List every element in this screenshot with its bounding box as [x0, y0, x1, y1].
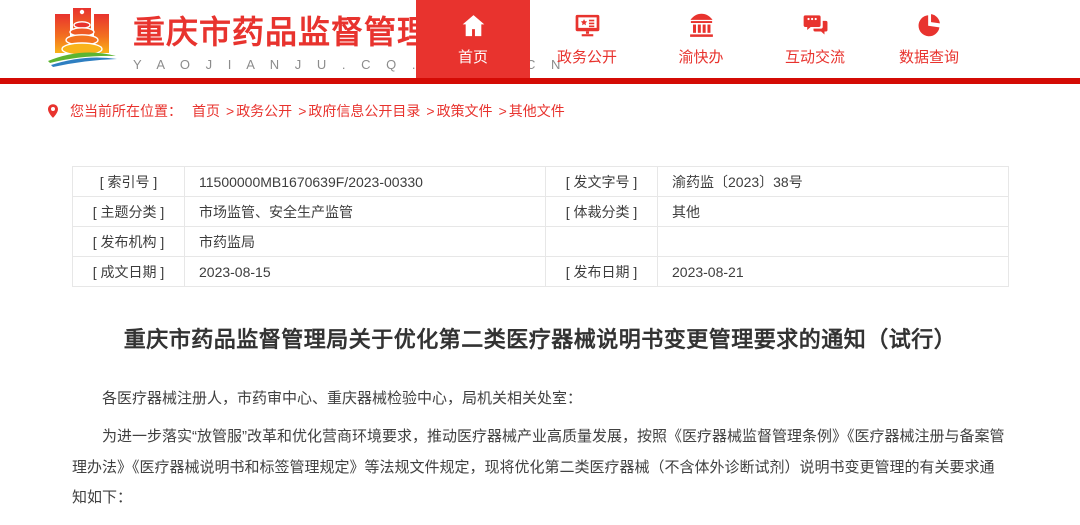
meta-label-publish-date: [ 发布日期 ]	[546, 257, 658, 287]
table-row: [ 索引号 ] 11500000MB1670639F/2023-00330 [ …	[73, 167, 1009, 197]
site-brand[interactable]: 重庆市药品监督管理局 Y A O J I A N J U . C Q . G O…	[0, 0, 416, 78]
meta-label-topic-class: [ 主题分类 ]	[73, 197, 185, 227]
monitor-star-icon	[574, 12, 601, 39]
nav-tab-label: 互动交流	[785, 46, 845, 67]
home-icon	[460, 12, 487, 39]
main-nav: 首页 政务公开 渝快办	[416, 0, 986, 78]
agency-logo-icon	[45, 6, 119, 73]
meta-value-publisher: 市药监局	[185, 227, 546, 257]
meta-label-written-date: [ 成文日期 ]	[73, 257, 185, 287]
meta-label-doc-no: [ 发文字号 ]	[546, 167, 658, 197]
meta-value-written-date: 2023-08-15	[185, 257, 546, 287]
nav-tab-label: 渝快办	[678, 46, 723, 67]
meta-value-genre-class: 其他	[658, 197, 1009, 227]
nav-tab-label: 首页	[458, 46, 488, 67]
nav-tab-services[interactable]: 渝快办	[644, 0, 758, 78]
meta-value-index-no: 11500000MB1670639F/2023-00330	[185, 167, 546, 197]
site-header: 重庆市药品监督管理局 Y A O J I A N J U . C Q . G O…	[0, 0, 1080, 78]
table-row: [ 主题分类 ] 市场监管、安全生产监管 [ 体裁分类 ] 其他	[73, 197, 1009, 227]
meta-label-index-no: [ 索引号 ]	[73, 167, 185, 197]
article-paragraph-intro: 为进一步落实“放管服”改革和优化营商环境要求，推动医疗器械产业高质量发展，按照《…	[72, 422, 1008, 514]
nav-tab-label: 政务公开	[557, 46, 617, 67]
meta-label-publisher: [ 发布机构 ]	[73, 227, 185, 257]
breadcrumb-item-gov-info[interactable]: 政务公开	[236, 101, 292, 121]
meta-value-empty	[658, 227, 1009, 257]
meta-value-topic-class: 市场监管、安全生产监管	[185, 197, 546, 227]
breadcrumb: 您当前所在位置： 首页 > 政务公开 > 政府信息公开目录 > 政策文件 > 其…	[0, 84, 1080, 134]
breadcrumb-prefix: 您当前所在位置：	[70, 101, 182, 121]
pie-chart-icon	[916, 12, 943, 39]
nav-tab-gov-info[interactable]: 政务公开	[530, 0, 644, 78]
meta-value-doc-no: 渝药监〔2023〕38号	[658, 167, 1009, 197]
article-paragraph-section-1: 一、根据风险评估进行分类管理	[72, 521, 1008, 525]
page-title: 重庆市药品监督管理局关于优化第二类医疗器械说明书变更管理要求的通知（试行）	[72, 322, 1008, 354]
nav-tab-label: 数据查询	[899, 46, 959, 67]
table-row: [ 成文日期 ] 2023-08-15 [ 发布日期 ] 2023-08-21	[73, 257, 1009, 287]
meta-label-genre-class: [ 体裁分类 ]	[546, 197, 658, 227]
document-body: 各医疗器械注册人，市药审中心、重庆器械检验中心，局机关相关处室： 为进一步落实“…	[72, 384, 1008, 525]
breadcrumb-item-policy-files[interactable]: 政策文件	[437, 101, 493, 121]
bank-icon	[688, 12, 715, 39]
table-row: [ 发布机构 ] 市药监局	[73, 227, 1009, 257]
breadcrumb-separator: >	[298, 103, 306, 119]
location-pin-icon	[45, 103, 61, 119]
breadcrumb-separator: >	[426, 103, 434, 119]
breadcrumb-item-catalog[interactable]: 政府信息公开目录	[308, 101, 420, 121]
nav-tab-data-query[interactable]: 数据查询	[872, 0, 986, 78]
chat-bubbles-icon	[802, 12, 829, 39]
document-page: [ 索引号 ] 11500000MB1670639F/2023-00330 [ …	[72, 166, 1008, 525]
breadcrumb-separator: >	[226, 103, 234, 119]
nav-tab-home[interactable]: 首页	[416, 0, 530, 78]
breadcrumb-item-home[interactable]: 首页	[192, 101, 220, 121]
meta-label-empty	[546, 227, 658, 257]
breadcrumb-separator: >	[499, 103, 507, 119]
document-meta-table: [ 索引号 ] 11500000MB1670639F/2023-00330 [ …	[72, 166, 1009, 287]
nav-tab-interaction[interactable]: 互动交流	[758, 0, 872, 78]
article-paragraph-salutation: 各医疗器械注册人，市药审中心、重庆器械检验中心，局机关相关处室：	[72, 384, 1008, 415]
meta-value-publish-date: 2023-08-21	[658, 257, 1009, 287]
breadcrumb-item-other-files[interactable]: 其他文件	[509, 101, 565, 121]
